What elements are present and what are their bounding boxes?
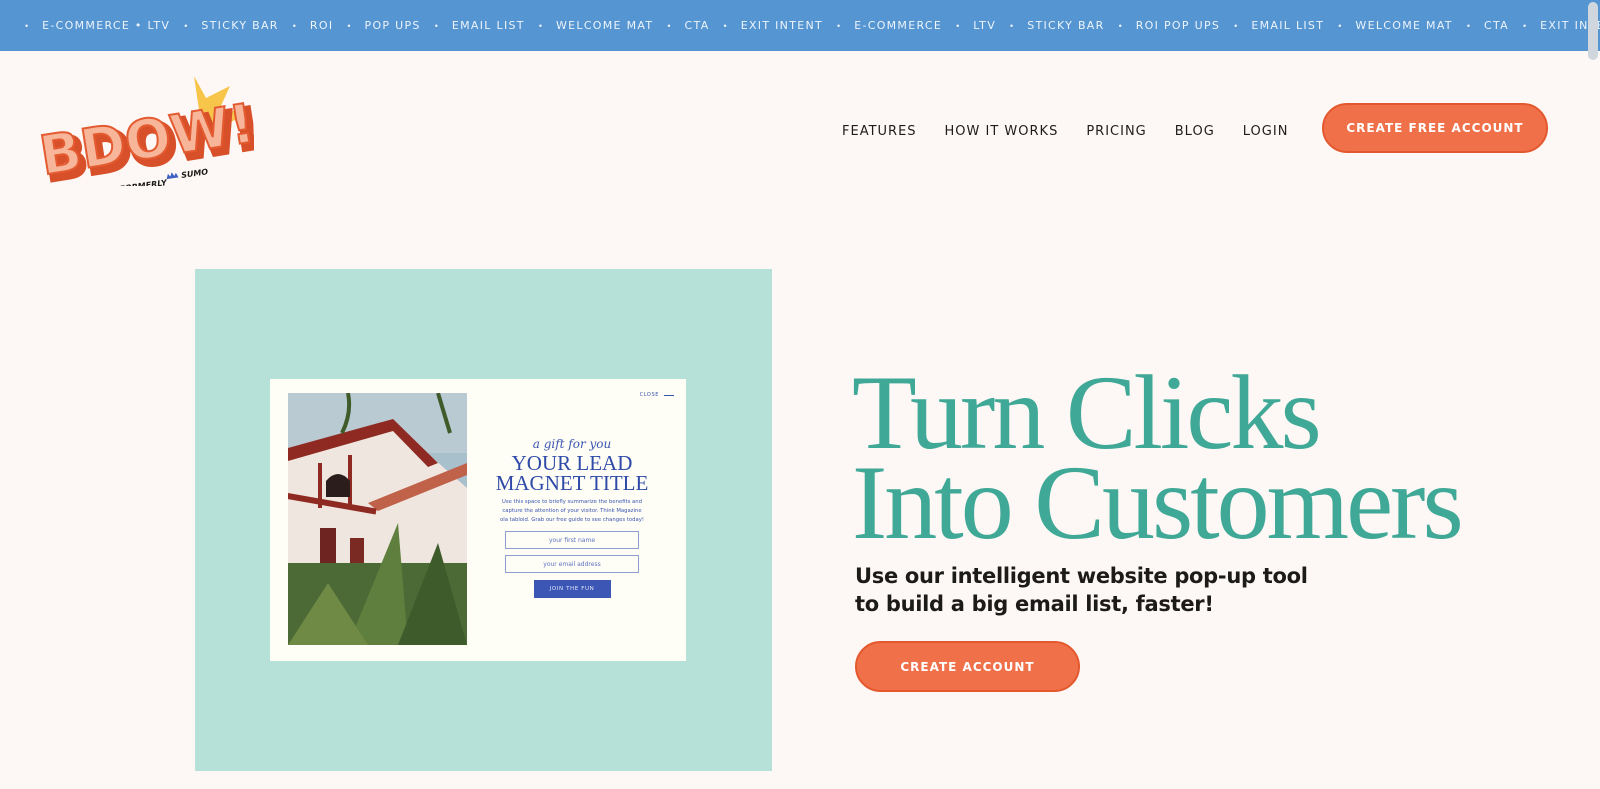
nav-login[interactable]: LOGIN	[1243, 124, 1289, 139]
bdow-logo[interactable]: BDOW! BDOW! FORMERLY SUMO	[34, 74, 267, 196]
marquee-item: EMAIL LIST	[1251, 19, 1325, 32]
popup-email-input[interactable]	[505, 555, 639, 573]
marquee-separator-icon: •	[347, 20, 351, 31]
marquee-item: WELCOME MAT	[1355, 19, 1453, 32]
marquee-item: EMAIL LIST	[451, 19, 525, 32]
logo-graphic: BDOW! BDOW! FORMERLY SUMO	[34, 76, 267, 196]
house-photo	[288, 393, 467, 645]
popup-title-line2: MAGNET TITLE	[495, 471, 649, 495]
nav-pricing[interactable]: PRICING	[1086, 124, 1146, 139]
marquee-separator-icon: •	[956, 20, 960, 31]
marquee-separator-icon: •	[723, 20, 727, 31]
announcement-marquee: • E-COMMERCE • LTV • STICKY BAR • ROI • POP UPS…	[0, 0, 1600, 51]
popup-preview-card: CLOSE a gift for you YOUR LEAD MAGNET TI…	[195, 269, 772, 771]
popup-content: a gift for you YOUR LEAD MAGNET TITLE Us…	[492, 437, 652, 598]
marquee-item: E-COMMERCE • LTV	[42, 19, 171, 32]
nav-how-it-works[interactable]: HOW IT WORKS	[945, 124, 1059, 139]
scrollbar-thumb[interactable]	[1588, 2, 1598, 60]
marquee-separator-icon: •	[292, 20, 296, 31]
nav-blog[interactable]: BLOG	[1175, 124, 1215, 139]
popup-submit-button[interactable]: JOIN THE FUN	[533, 580, 611, 598]
marquee-separator-icon: •	[1338, 20, 1342, 31]
close-line-icon	[664, 394, 674, 396]
nav-features[interactable]: FEATURES	[842, 124, 917, 139]
main-nav: FEATURES HOW IT WORKS PRICING BLOG LOGIN	[842, 124, 1316, 139]
create-account-button[interactable]: CREATE ACCOUNT	[855, 641, 1080, 692]
hero-subheading-line1: Use our intelligent website pop-up tool	[855, 564, 1308, 588]
popup-eyebrow: a gift for you	[532, 437, 612, 451]
marquee-separator-icon: •	[1466, 20, 1470, 31]
marquee-item: CTA	[1483, 19, 1509, 32]
popup-title-line1: YOUR LEAD	[511, 451, 633, 475]
marquee-track: • E-COMMERCE • LTV • STICKY BAR • ROI • POP UPS…	[0, 0, 1600, 51]
marquee-separator-icon: •	[538, 20, 542, 31]
page-scrollbar[interactable]	[1584, 0, 1600, 789]
hero-subheading: Use our intelligent website pop-up tool …	[855, 562, 1315, 618]
marquee-item: E-COMMERCE	[854, 19, 943, 32]
popup-close-button[interactable]: CLOSE	[640, 392, 674, 398]
marquee-separator-icon: •	[1118, 20, 1122, 31]
marquee-separator-icon: •	[667, 20, 671, 31]
popup-example: CLOSE a gift for you YOUR LEAD MAGNET TI…	[270, 379, 686, 661]
close-label: CLOSE	[639, 392, 659, 398]
marquee-item: STICKY BAR	[201, 19, 279, 32]
hero-subheading-line2: to build a big email list, faster!	[855, 592, 1214, 616]
marquee-item: POP UPS	[364, 19, 421, 32]
popup-blurb: Use this space to briefly summarize the …	[500, 499, 644, 523]
create-free-account-button[interactable]: CREATE FREE ACCOUNT	[1322, 103, 1548, 153]
marquee-separator-icon: •	[1234, 20, 1238, 31]
marquee-separator-icon: •	[1010, 20, 1014, 31]
marquee-item: LTV	[973, 19, 997, 32]
popup-first-name-input[interactable]	[505, 531, 639, 549]
popup-title: YOUR LEAD MAGNET TITLE	[492, 451, 652, 495]
marquee-separator-icon: •	[837, 20, 841, 31]
marquee-separator-icon: •	[184, 20, 188, 31]
marquee-item: WELCOME MAT	[555, 19, 654, 32]
marquee-separator-icon: •	[434, 20, 438, 31]
marquee-separator-icon: •	[25, 20, 29, 31]
marquee-separator-icon: •	[1522, 20, 1527, 31]
marquee-item: STICKY BAR	[1027, 19, 1105, 32]
marquee-item: EXIT INTENT	[740, 19, 824, 32]
hero-headline: Turn Clicks Into Customers	[852, 360, 1464, 561]
marquee-item: ROI POP UPS	[1135, 19, 1221, 32]
hero-headline-line2: Into Customers	[852, 444, 1464, 561]
marquee-item: ROI	[309, 19, 334, 32]
marquee-item: CTA	[684, 19, 710, 32]
